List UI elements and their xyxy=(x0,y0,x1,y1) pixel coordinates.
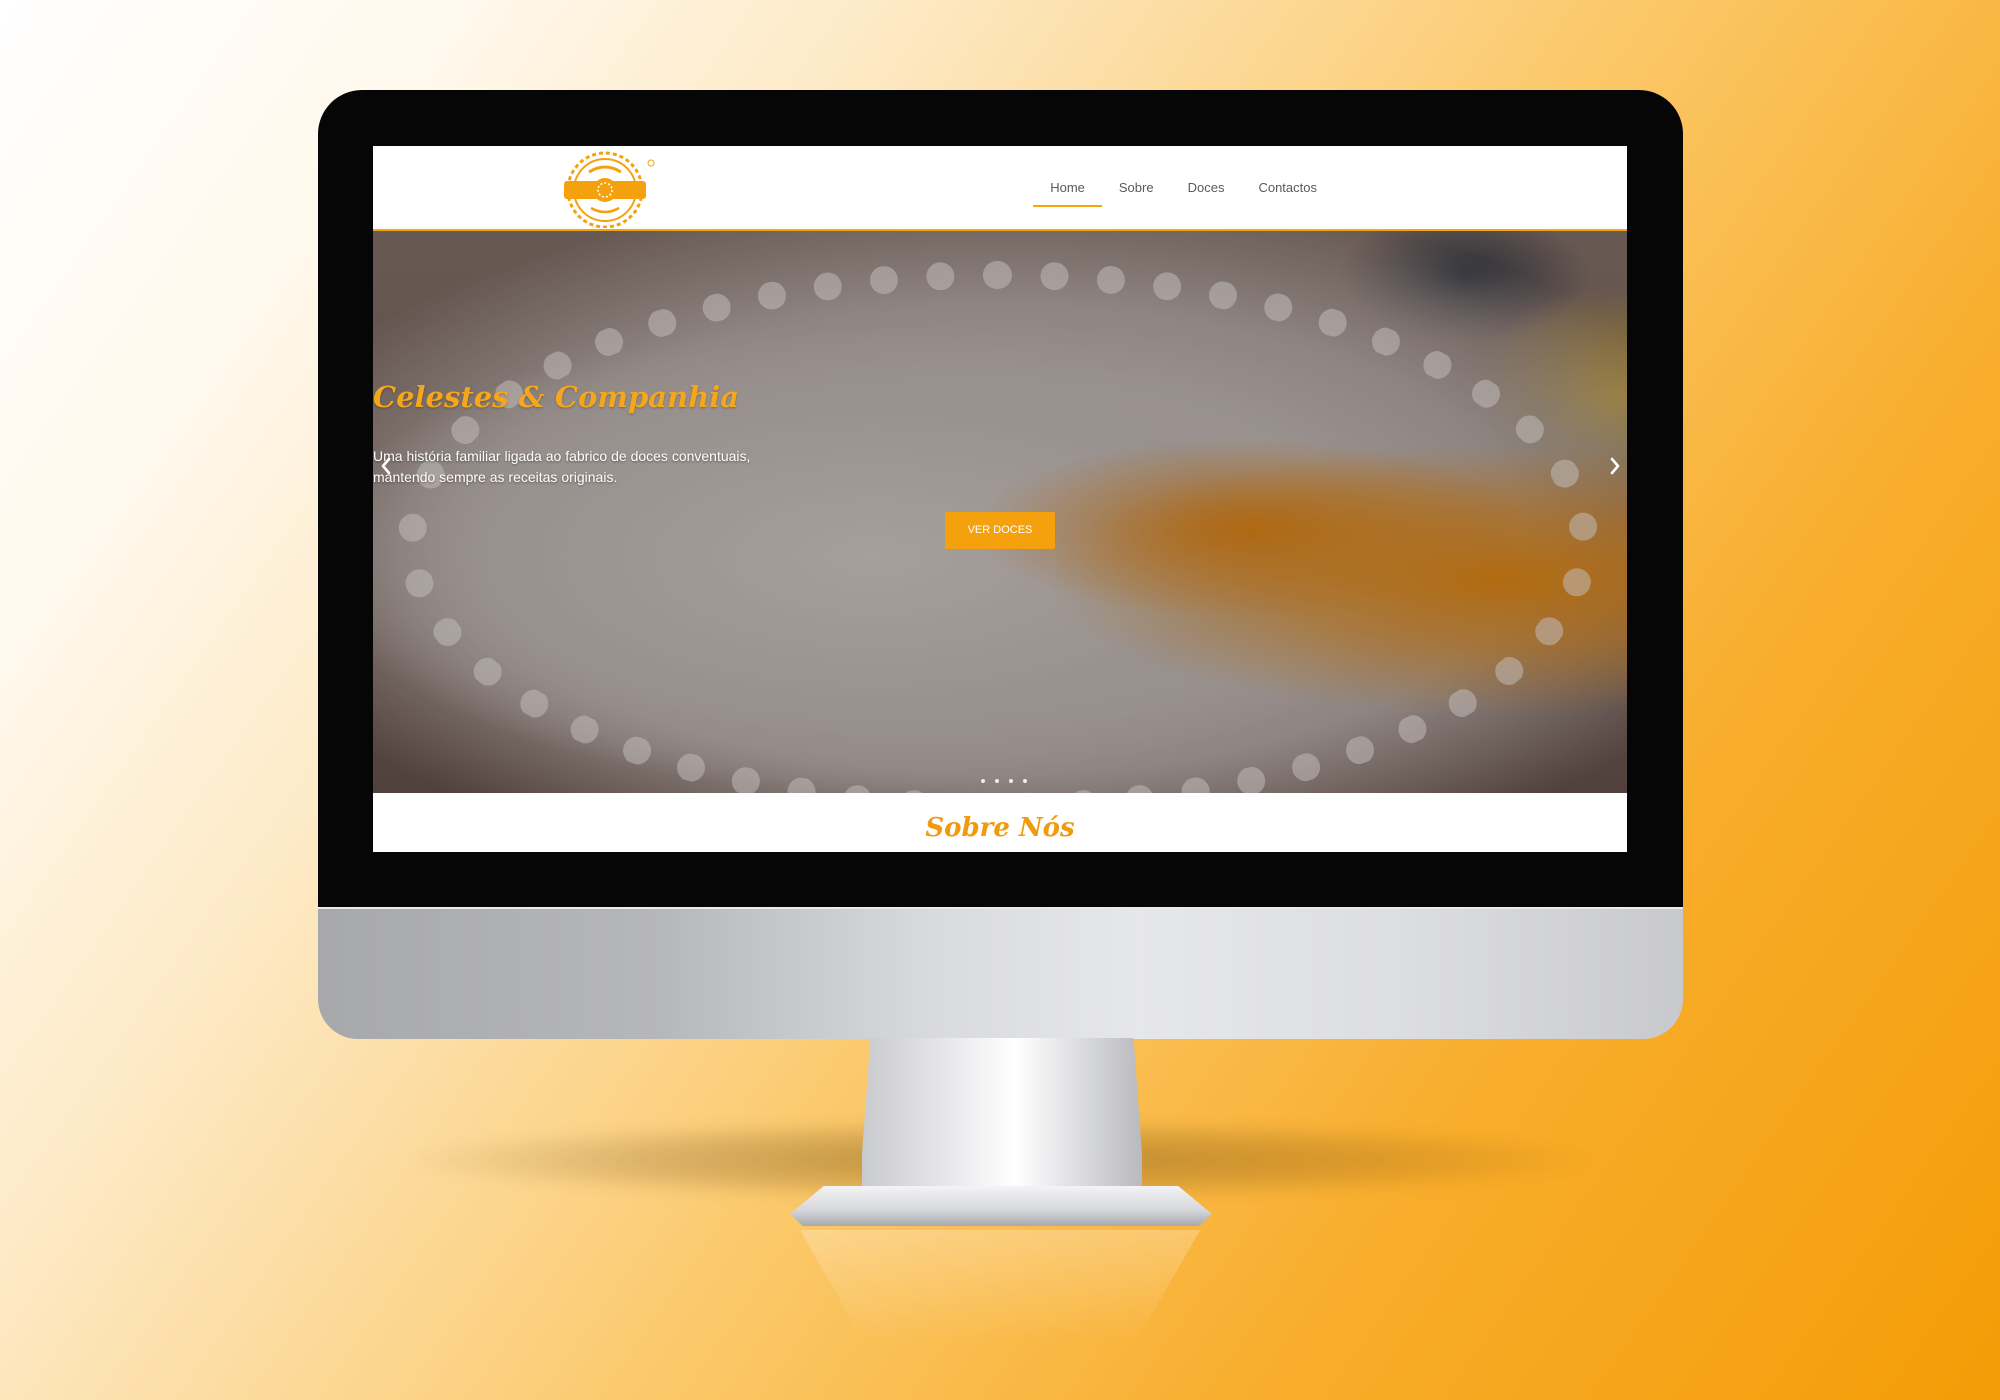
carousel-dot[interactable] xyxy=(981,779,985,783)
carousel-indicators xyxy=(981,779,1027,783)
main-nav: Home Sobre Doces Contactos xyxy=(1033,146,1334,229)
about-section-title: Sobre Nós xyxy=(925,813,1075,843)
site-header: Home Sobre Doces Contactos xyxy=(373,146,1627,231)
nav-contactos[interactable]: Contactos xyxy=(1241,146,1334,229)
ver-doces-button[interactable]: VER DOCES xyxy=(945,512,1055,549)
carousel-next-button[interactable] xyxy=(1605,456,1625,480)
hero-subtitle: Uma história familiar ligada ao fabrico … xyxy=(373,446,1627,488)
carousel-dot[interactable] xyxy=(1009,779,1013,783)
chevron-right-icon xyxy=(1610,457,1620,475)
hero-subtitle-line-1: Uma história familiar ligada ao fabrico … xyxy=(373,448,751,464)
website-screen: Home Sobre Doces Contactos Celestes & Co… xyxy=(373,146,1627,852)
stand-reflection xyxy=(800,1230,1200,1370)
hero-carousel: Celestes & Companhia Uma história famili… xyxy=(373,231,1627,793)
carousel-dot[interactable] xyxy=(1023,779,1027,783)
hero-title: Celestes & Companhia xyxy=(373,380,740,414)
hero-subtitle-line-2: mantendo sempre as receitas originais. xyxy=(373,469,618,485)
nav-sobre[interactable]: Sobre xyxy=(1102,146,1171,229)
brand-logo-icon[interactable] xyxy=(563,150,663,228)
carousel-dot[interactable] xyxy=(995,779,999,783)
chevron-left-icon xyxy=(381,457,391,475)
carousel-prev-button[interactable] xyxy=(376,456,396,480)
nav-home[interactable]: Home xyxy=(1033,146,1102,229)
monitor-chin xyxy=(318,907,1683,1039)
monitor-stand-base xyxy=(790,1186,1212,1226)
nav-doces[interactable]: Doces xyxy=(1171,146,1242,229)
